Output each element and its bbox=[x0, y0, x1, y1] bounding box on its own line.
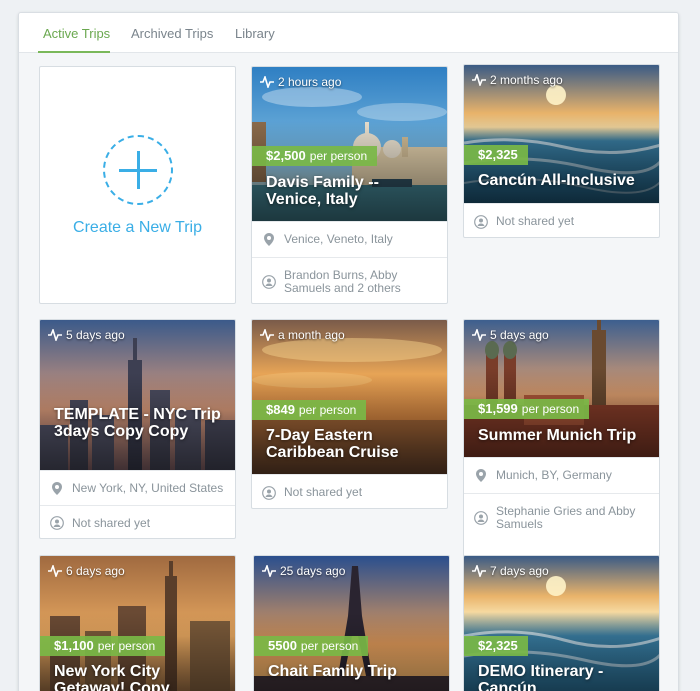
trip-card[interactable]: 5 days ago TEMPLATE - NYC Trip 3days Cop… bbox=[39, 319, 236, 539]
trip-card[interactable]: 6 days ago $1,100 per person New York Cit… bbox=[39, 555, 236, 691]
trip-shared: Stephanie Gries and Abby Samuels bbox=[496, 503, 636, 531]
trip-title: Chait Family Trip bbox=[268, 663, 397, 680]
trip-shared: Brandon Burns, Abby Samuels and 2 others bbox=[284, 267, 401, 295]
location-pin-icon bbox=[262, 233, 276, 247]
time-ago: 5 days ago bbox=[490, 328, 549, 342]
activity-icon bbox=[472, 329, 486, 341]
activity-icon bbox=[472, 565, 486, 577]
trip-card[interactable]: 2 hours ago $2,500 per person Davis Famil… bbox=[251, 66, 448, 304]
time-ago: 25 days ago bbox=[280, 564, 346, 578]
trip-title: Davis Family -- Venice, Italy bbox=[266, 174, 379, 208]
time-ago: 2 months ago bbox=[490, 73, 563, 87]
trip-image: a month ago $849 per person 7-Day Eastern… bbox=[252, 320, 447, 474]
plus-icon bbox=[103, 135, 173, 205]
trip-image: 6 days ago $1,100 per person New York Cit… bbox=[40, 556, 235, 691]
trip-shared: Not shared yet bbox=[72, 515, 151, 530]
activity-icon bbox=[48, 565, 62, 577]
trip-shared: Not shared yet bbox=[284, 485, 363, 499]
trip-title: Summer Munich Trip bbox=[478, 427, 637, 444]
trip-title: New York City Getaway! Copy bbox=[54, 663, 170, 691]
price-badge: $1,100 per person bbox=[40, 636, 166, 656]
person-icon bbox=[262, 485, 276, 500]
person-icon bbox=[262, 274, 276, 289]
trip-image: 25 days ago 5500 per person Chait Family … bbox=[254, 556, 449, 691]
trip-location: Munich, BY, Germany bbox=[496, 468, 612, 482]
trip-card[interactable]: 2 months ago $2,325 Cancún All-Inclusive… bbox=[463, 64, 660, 238]
price-badge: $2,500 per person bbox=[252, 146, 378, 166]
trip-card[interactable]: 7 days ago $2,325 DEMO Itinerary - Cancú… bbox=[463, 555, 660, 691]
price-badge: $849 per person bbox=[252, 400, 367, 420]
trip-location: Venice, Veneto, Italy bbox=[284, 232, 393, 246]
person-icon bbox=[474, 510, 488, 525]
location-pin-icon bbox=[50, 481, 64, 495]
trip-image: 2 hours ago $2,500 per person Davis Famil… bbox=[252, 67, 447, 221]
trip-image: 2 months ago $2,325 Cancún All-Inclusive bbox=[464, 65, 659, 203]
activity-icon bbox=[260, 329, 274, 341]
trip-title: 7-Day Eastern Caribbean Cruise bbox=[266, 427, 399, 461]
activity-icon bbox=[48, 329, 62, 341]
time-ago: 6 days ago bbox=[66, 564, 125, 578]
activity-icon bbox=[472, 74, 486, 86]
price-badge: $2,325 bbox=[464, 636, 528, 656]
activity-icon bbox=[262, 565, 276, 577]
price-badge: $1,599 per person bbox=[464, 399, 590, 419]
price-badge: $2,325 bbox=[464, 145, 528, 165]
tab-library[interactable]: Library bbox=[235, 26, 275, 41]
person-icon bbox=[50, 516, 64, 530]
trip-image: 7 days ago $2,325 DEMO Itinerary - Cancú… bbox=[464, 556, 659, 691]
trip-card[interactable]: 5 days ago $1,599 per person Summer Munic… bbox=[463, 319, 660, 557]
time-ago: a month ago bbox=[278, 328, 345, 342]
active-tab-indicator bbox=[38, 51, 110, 53]
trip-image: 5 days ago $1,599 per person Summer Munic… bbox=[464, 320, 659, 457]
trips-panel: Active Trips Archived Trips Library Crea… bbox=[18, 12, 679, 691]
time-ago: 5 days ago bbox=[66, 328, 125, 342]
trip-card[interactable]: 25 days ago 5500 per person Chait Family … bbox=[253, 555, 450, 691]
trip-image: 5 days ago TEMPLATE - NYC Trip 3days Cop… bbox=[40, 320, 235, 470]
time-ago: 7 days ago bbox=[490, 564, 549, 578]
create-trip-label: Create a New Trip bbox=[73, 219, 202, 236]
trip-title: Cancún All-Inclusive bbox=[478, 172, 635, 189]
person-icon bbox=[474, 214, 488, 229]
trip-location: New York, NY, United States bbox=[72, 480, 224, 495]
price-badge: 5500 per person bbox=[254, 636, 369, 656]
time-ago: 2 hours ago bbox=[278, 75, 342, 89]
activity-icon bbox=[260, 76, 274, 88]
create-trip-card[interactable]: Create a New Trip bbox=[39, 66, 236, 304]
tab-active-trips[interactable]: Active Trips bbox=[43, 26, 110, 41]
trip-shared: Not shared yet bbox=[496, 214, 575, 228]
trip-title: DEMO Itinerary - Cancún bbox=[478, 663, 604, 691]
trip-title: TEMPLATE - NYC Trip 3days Copy Copy bbox=[54, 406, 221, 440]
trip-card[interactable]: a month ago $849 per person 7-Day Eastern… bbox=[251, 319, 448, 509]
tab-bar: Active Trips Archived Trips Library bbox=[19, 13, 678, 53]
location-pin-icon bbox=[474, 469, 488, 483]
tab-archived-trips[interactable]: Archived Trips bbox=[131, 26, 213, 41]
